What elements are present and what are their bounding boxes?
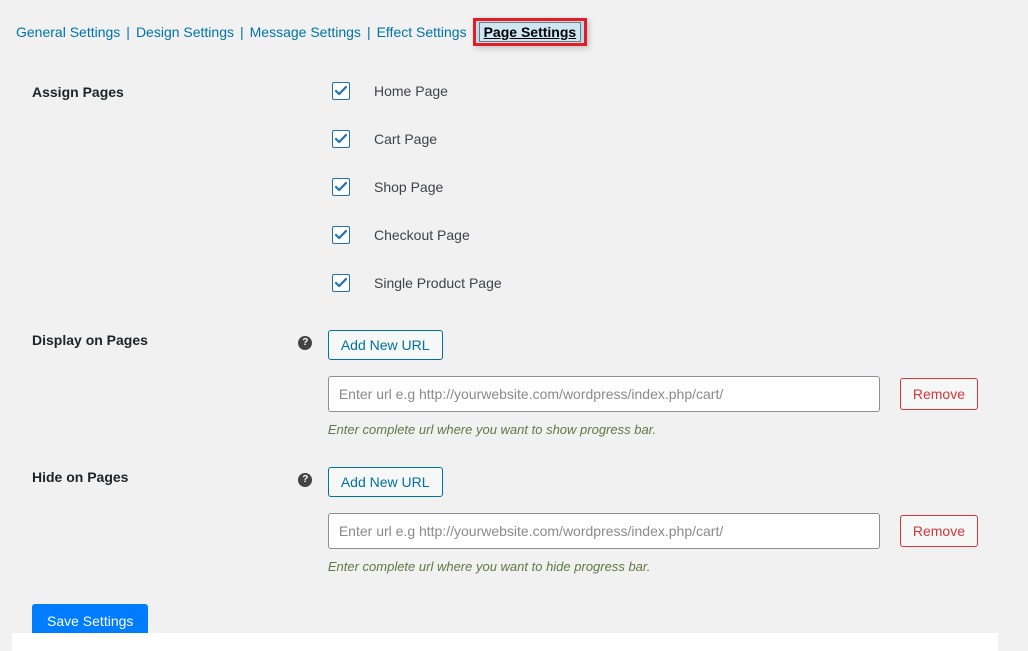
checkbox-label: Shop Page <box>374 179 443 195</box>
help-icon[interactable]: ? <box>298 336 312 350</box>
assign-pages-label: Assign Pages <box>32 82 302 100</box>
checkbox-label: Checkout Page <box>374 227 470 243</box>
assign-pages-item: Single Product Page <box>332 274 978 292</box>
add-new-url-button[interactable]: Add New URL <box>328 330 443 360</box>
help-icon[interactable]: ? <box>298 473 312 487</box>
checkbox-label: Cart Page <box>374 131 437 147</box>
checkbox-home-page[interactable] <box>332 82 350 100</box>
display-on-pages-label: Display on Pages <box>32 330 298 348</box>
display-on-pages-hint: Enter complete url where you want to sho… <box>328 422 978 437</box>
tab-separator: | <box>240 24 244 40</box>
page-footer-edge <box>12 633 998 651</box>
tab-page-settings[interactable]: Page Settings <box>484 24 577 40</box>
display-url-input[interactable] <box>328 376 880 412</box>
tab-separator: | <box>126 24 130 40</box>
assign-pages-item: Shop Page <box>332 178 978 196</box>
remove-url-button[interactable]: Remove <box>900 515 978 547</box>
checkbox-single-product-page[interactable] <box>332 274 350 292</box>
checkbox-label: Single Product Page <box>374 275 502 291</box>
checkbox-shop-page[interactable] <box>332 178 350 196</box>
add-new-url-button[interactable]: Add New URL <box>328 467 443 497</box>
assign-pages-item: Checkout Page <box>332 226 978 244</box>
tab-general-settings[interactable]: General Settings <box>16 21 120 43</box>
tab-effect-settings[interactable]: Effect Settings <box>377 21 467 43</box>
hide-on-pages-label: Hide on Pages <box>32 467 298 485</box>
assign-pages-item: Cart Page <box>332 130 978 148</box>
checkbox-checkout-page[interactable] <box>332 226 350 244</box>
tab-separator: | <box>367 24 371 40</box>
settings-tabs: General Settings | Design Settings | Mes… <box>12 0 998 52</box>
row-hide-on-pages: Hide on Pages ? Add New URL Remove Enter… <box>12 467 998 574</box>
checkbox-label: Home Page <box>374 83 448 99</box>
row-assign-pages: Assign Pages Home Page Cart Page <box>12 82 998 300</box>
tab-page-settings-highlight: Page Settings <box>473 18 588 46</box>
assign-pages-item: Home Page <box>332 82 978 100</box>
row-display-on-pages: Display on Pages ? Add New URL Remove En… <box>12 330 998 437</box>
tab-message-settings[interactable]: Message Settings <box>250 21 361 43</box>
checkbox-cart-page[interactable] <box>332 130 350 148</box>
hide-url-input[interactable] <box>328 513 880 549</box>
tab-design-settings[interactable]: Design Settings <box>136 21 234 43</box>
remove-url-button[interactable]: Remove <box>900 378 978 410</box>
hide-on-pages-hint: Enter complete url where you want to hid… <box>328 559 978 574</box>
